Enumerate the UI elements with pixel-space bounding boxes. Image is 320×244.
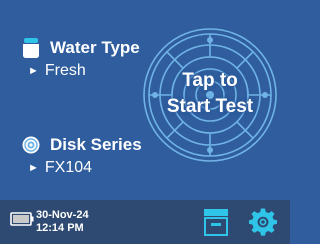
arrow-right-icon: ► xyxy=(28,65,39,77)
archive-icon xyxy=(204,209,228,236)
battery-icon xyxy=(10,212,34,226)
start-test-label: Tap to Start Test xyxy=(135,68,285,120)
main-screen: Water Type ► Fresh Disk Series ► FX104 T… xyxy=(0,0,290,200)
time-text: 12:14 PM xyxy=(36,222,84,234)
start-test-button[interactable]: Tap to Start Test xyxy=(135,20,285,170)
disk-series-value-row: ► FX104 xyxy=(28,159,142,177)
archive-button[interactable] xyxy=(203,208,229,236)
water-type-value-row: ► Fresh xyxy=(28,62,140,80)
disk-series-title: Disk Series xyxy=(50,135,142,154)
disk-icon xyxy=(22,136,40,154)
gear-icon xyxy=(249,208,277,236)
water-container-icon xyxy=(23,38,39,58)
water-type-setting[interactable]: Water Type ► Fresh xyxy=(22,38,140,80)
status-bar: 30-Nov-24 12:14 PM xyxy=(0,200,290,244)
disk-series-header: Disk Series xyxy=(22,135,142,155)
water-type-header: Water Type xyxy=(22,38,140,58)
start-test-line2: Start Test xyxy=(166,96,254,117)
disk-series-value: FX104 xyxy=(44,159,93,176)
water-type-title: Water Type xyxy=(50,38,140,57)
datetime: 30-Nov-24 12:14 PM xyxy=(36,209,89,235)
settings-button[interactable] xyxy=(249,208,277,236)
arrow-right-icon: ► xyxy=(28,162,39,174)
date-text: 30-Nov-24 xyxy=(36,209,89,221)
start-test-line1: Tap to xyxy=(182,70,238,91)
disk-series-setting[interactable]: Disk Series ► FX104 xyxy=(22,135,142,177)
water-type-value: Fresh xyxy=(44,62,86,79)
